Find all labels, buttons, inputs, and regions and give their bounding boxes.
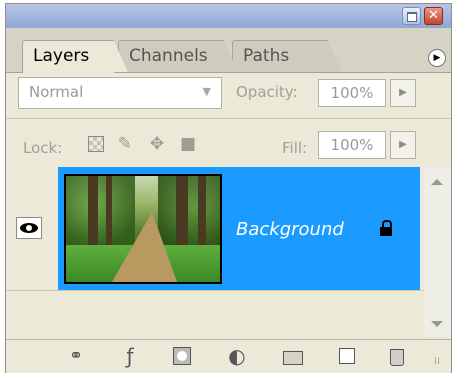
chevron-down-icon: ▼ bbox=[202, 85, 211, 98]
close-icon[interactable]: ✕ bbox=[424, 7, 443, 25]
divider bbox=[6, 118, 451, 119]
opacity-input[interactable]: 100% bbox=[318, 79, 386, 107]
layer-style-icon[interactable]: ƒ bbox=[117, 344, 143, 368]
panel-footer: ⚭ ƒ ◐ ⁞⁞ bbox=[6, 339, 451, 373]
group-folder-icon[interactable] bbox=[280, 344, 306, 368]
lock-all-icon[interactable]: ■ bbox=[177, 133, 199, 155]
panel-menu-icon[interactable]: ▶ bbox=[428, 49, 446, 67]
scroll-down-icon[interactable] bbox=[431, 321, 443, 327]
lock-icon bbox=[379, 220, 393, 236]
delete-layer-icon[interactable] bbox=[384, 344, 410, 368]
layer-list: Background bbox=[6, 167, 451, 337]
layer-name: Background bbox=[236, 219, 344, 240]
tab-paths[interactable]: Paths bbox=[232, 40, 342, 72]
layers-panel: ✕ Layers Channels Paths ▶ Normal ▼ Opaci… bbox=[5, 3, 452, 373]
lock-transparency-icon[interactable] bbox=[85, 133, 107, 155]
link-layers-icon[interactable]: ⚭ bbox=[63, 344, 89, 368]
tab-layers[interactable]: Layers bbox=[22, 40, 128, 73]
divider bbox=[6, 290, 424, 291]
tab-channels[interactable]: Channels bbox=[118, 40, 238, 72]
blend-mode-select[interactable]: Normal ▼ bbox=[18, 77, 222, 109]
tab-bar: Layers Channels Paths bbox=[6, 28, 451, 73]
scrollbar[interactable] bbox=[424, 167, 451, 337]
opacity-slider-button[interactable]: ▶ bbox=[390, 79, 416, 107]
title-bar: ✕ bbox=[6, 4, 451, 28]
lock-position-icon[interactable]: ✥ bbox=[146, 133, 168, 155]
layer-thumbnail bbox=[64, 174, 222, 284]
layer-mask-icon[interactable] bbox=[170, 344, 196, 368]
lock-pixels-icon[interactable]: ✎ bbox=[114, 133, 136, 155]
fill-input[interactable]: 100% bbox=[318, 131, 386, 159]
opacity-label: Opacity: bbox=[236, 83, 298, 101]
fill-slider-button[interactable]: ▶ bbox=[390, 131, 416, 159]
minimize-icon[interactable] bbox=[402, 7, 421, 25]
lock-label: Lock: bbox=[23, 139, 63, 157]
layer-row[interactable]: Background bbox=[6, 167, 420, 290]
eye-icon[interactable] bbox=[16, 217, 42, 239]
new-layer-icon[interactable] bbox=[334, 344, 360, 368]
fill-label: Fill: bbox=[282, 139, 308, 157]
adjustment-layer-icon[interactable]: ◐ bbox=[224, 344, 250, 368]
scroll-up-icon[interactable] bbox=[431, 179, 443, 185]
resize-grip-icon[interactable]: ⁞⁞ bbox=[424, 350, 450, 374]
blend-mode-value: Normal bbox=[29, 83, 84, 101]
